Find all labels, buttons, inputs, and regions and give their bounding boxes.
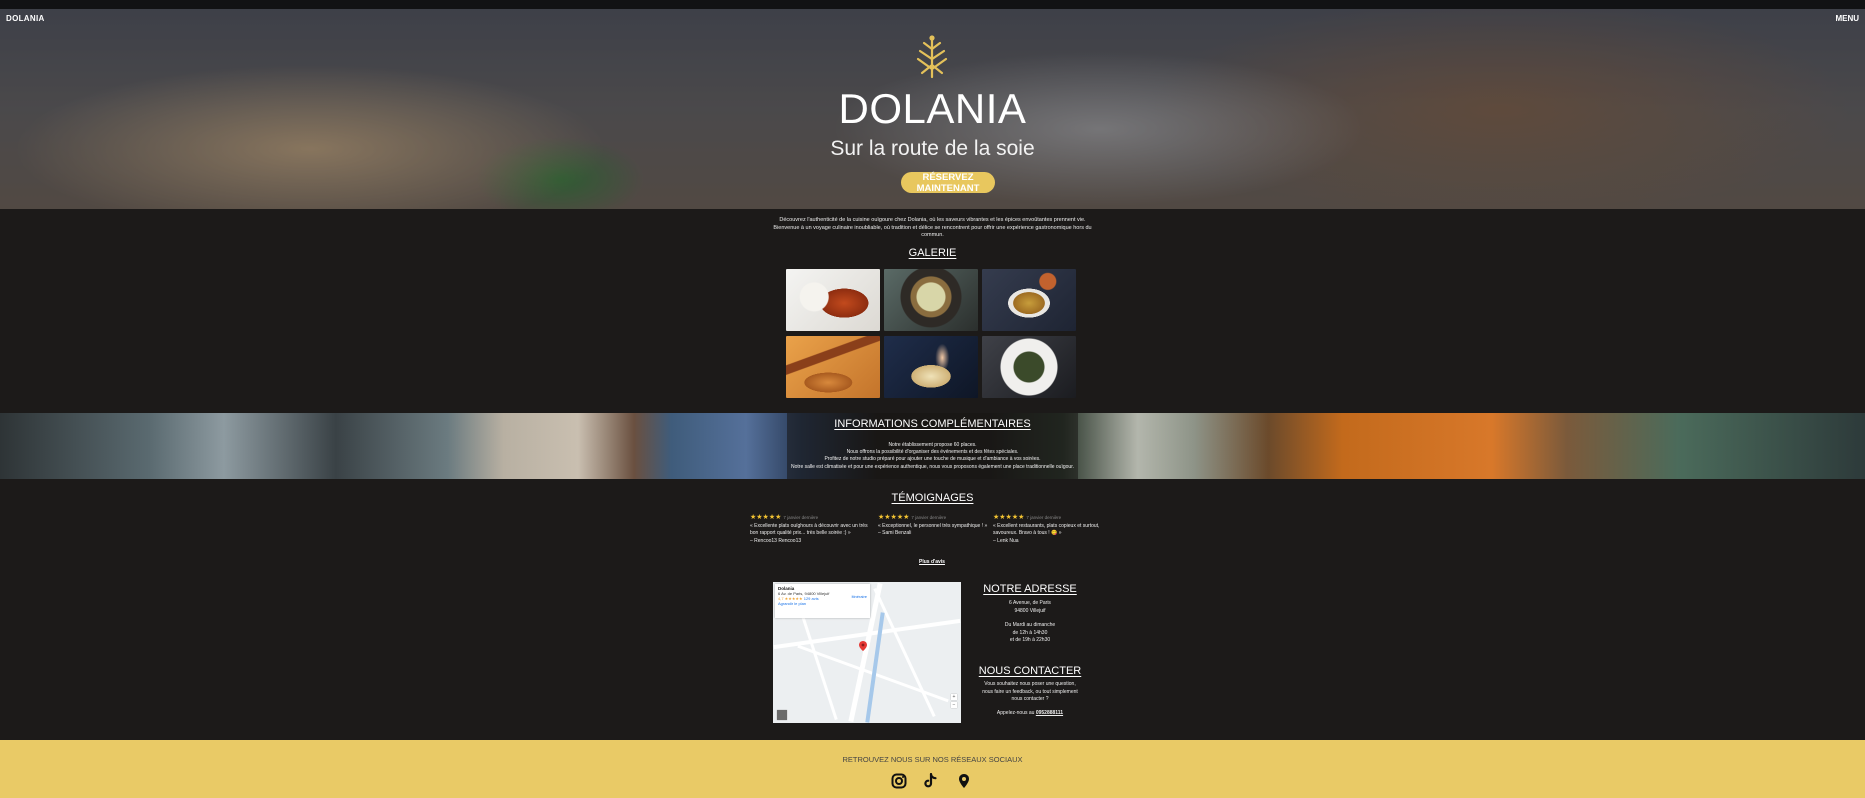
footer: RETROUVEZ NOUS SUR NOS RÉSEAUX SOCIAUX xyxy=(0,740,1865,798)
contact-text: nous faire un feedback, ou tout simpleme… xyxy=(982,688,1078,695)
gallery-photo-1[interactable] xyxy=(786,269,880,331)
map-info-card: Dolania 6 Av. de Paris, 94800 Villejuif … xyxy=(775,584,870,618)
map-enlarge-link[interactable]: Agrandir le plan xyxy=(778,601,806,606)
contact-block: Vous souhaitez nous poser une question, … xyxy=(960,681,1100,717)
hours-dinner: et de 19h à 22h30 xyxy=(1009,637,1051,643)
info-section: INFORMATIONS COMPLÉMENTAIRES Notre établ… xyxy=(0,413,1865,479)
call-prefix: Appelez-nous au xyxy=(996,709,1035,716)
instagram-icon[interactable] xyxy=(891,773,907,789)
testimonial-card: ★★★★★ 7 janvier dernière « Excellente pla… xyxy=(750,514,868,545)
zoom-in-icon[interactable]: + xyxy=(951,694,957,700)
address-street: 6 Avenue, de Paris xyxy=(1009,600,1051,606)
testimonial-author: – Lenk Nua xyxy=(993,537,1019,544)
menu-button[interactable]: MENU xyxy=(1835,14,1859,23)
testimonial-card: ★★★★★ 7 janvier dernière « Excellent rest… xyxy=(993,514,1111,545)
rating-stars: ★★★★★ xyxy=(878,514,910,521)
testimonial-text: savoureux. Bravo à tous ! 😋 » xyxy=(993,530,1062,536)
gallery-photo-4[interactable] xyxy=(786,336,880,398)
info-list: Notre établissement propose 60 places. N… xyxy=(780,442,1085,471)
footer-text: RETROUVEZ NOUS SUR NOS RÉSEAUX SOCIAUX xyxy=(842,755,1023,764)
top-strip xyxy=(0,0,1865,9)
intro-text: Découvrez l'authenticité de la cuisine o… xyxy=(773,217,1092,238)
contact-text: nous contacter ? xyxy=(1011,696,1049,702)
map-directions-link[interactable]: Itinéraire xyxy=(851,594,867,599)
hero-subtitle: Sur la route de la soie xyxy=(830,137,1035,160)
info-line: Notre établissement propose 60 places. xyxy=(888,442,977,448)
location-pin-icon[interactable] xyxy=(956,773,972,789)
tiktok-icon[interactable] xyxy=(922,773,938,789)
rating-stars: ★★★★★ xyxy=(750,514,782,521)
review-date: 7 janvier dernière xyxy=(783,515,819,520)
map-road xyxy=(873,587,936,718)
hero-title: DOLANIA xyxy=(838,85,1027,132)
testimonial-card: ★★★★★ 7 janvier dernière « Exceptionnel, … xyxy=(878,514,996,538)
map-pin-icon xyxy=(859,641,867,651)
gallery-photo-2[interactable] xyxy=(884,269,978,331)
brand-link[interactable]: DOLANIA xyxy=(6,14,45,23)
contact-text: Vous souhaitez nous poser une question, xyxy=(984,681,1076,687)
google-map[interactable]: Dolania 6 Av. de Paris, 94800 Villejuif … xyxy=(773,582,961,723)
rating-stars: ★★★★★ xyxy=(993,514,1025,521)
reserve-button[interactable]: RÉSERVEZ MAINTENANT xyxy=(901,172,995,194)
gallery-title: GALERIE xyxy=(908,247,957,259)
gallery-grid xyxy=(786,269,1078,398)
more-reviews-link[interactable]: Plus d'avis xyxy=(900,559,964,565)
testimonial-author: – Sami Benzali xyxy=(878,530,912,536)
address-block: 6 Avenue, de Paris 94800 Villejuif Du Ma… xyxy=(960,600,1100,645)
zoom-out-icon[interactable]: − xyxy=(951,702,957,708)
gallery-photo-5[interactable] xyxy=(884,336,978,398)
info-line: Profitez de notre studio préparé pour aj… xyxy=(824,456,1041,463)
address-title: NOTRE ADRESSE xyxy=(983,583,1077,595)
testimonial-text: « Excellent restaurants, plats copieux e… xyxy=(993,522,1100,529)
map-layer-icon[interactable] xyxy=(777,710,787,720)
info-line: Nous offrons la possibilité d'organiser … xyxy=(846,449,1019,456)
hours-lunch: de 12h à 14h30 xyxy=(1012,629,1048,636)
gallery-photo-6[interactable] xyxy=(982,336,1076,398)
testimonial-text: « Exceptionnel, le personnel très sympat… xyxy=(878,522,988,529)
phone-link[interactable]: 0952888111 xyxy=(1036,710,1063,716)
info-line: Notre salle est climatisée et pour une e… xyxy=(791,463,1074,470)
contact-title: NOUS CONTACTER xyxy=(978,665,1082,677)
testimonial-text: « Excellente plats ouïghours à découvrir… xyxy=(750,522,868,529)
testimonial-author: – Rencoo13 Rencoo13 xyxy=(750,537,802,544)
testimonial-text: bon rapport qualité prix... très belle s… xyxy=(750,530,851,536)
address-city: 94800 Villejuif xyxy=(1014,607,1046,614)
review-date: 7 janvier dernière xyxy=(911,515,947,520)
gallery-photo-3[interactable] xyxy=(982,269,1076,331)
info-title: INFORMATIONS COMPLÉMENTAIRES xyxy=(834,418,1031,430)
hours-title: Du Mardi au dimanche xyxy=(1004,622,1056,628)
review-date: 7 janvier dernière xyxy=(1026,515,1062,520)
testimonials-title: TÉMOIGNAGES xyxy=(891,492,974,504)
dolania-logo-icon xyxy=(916,35,948,79)
hero-section: DOLANIA MENU DOLANIA Sur la route de la … xyxy=(0,9,1865,209)
